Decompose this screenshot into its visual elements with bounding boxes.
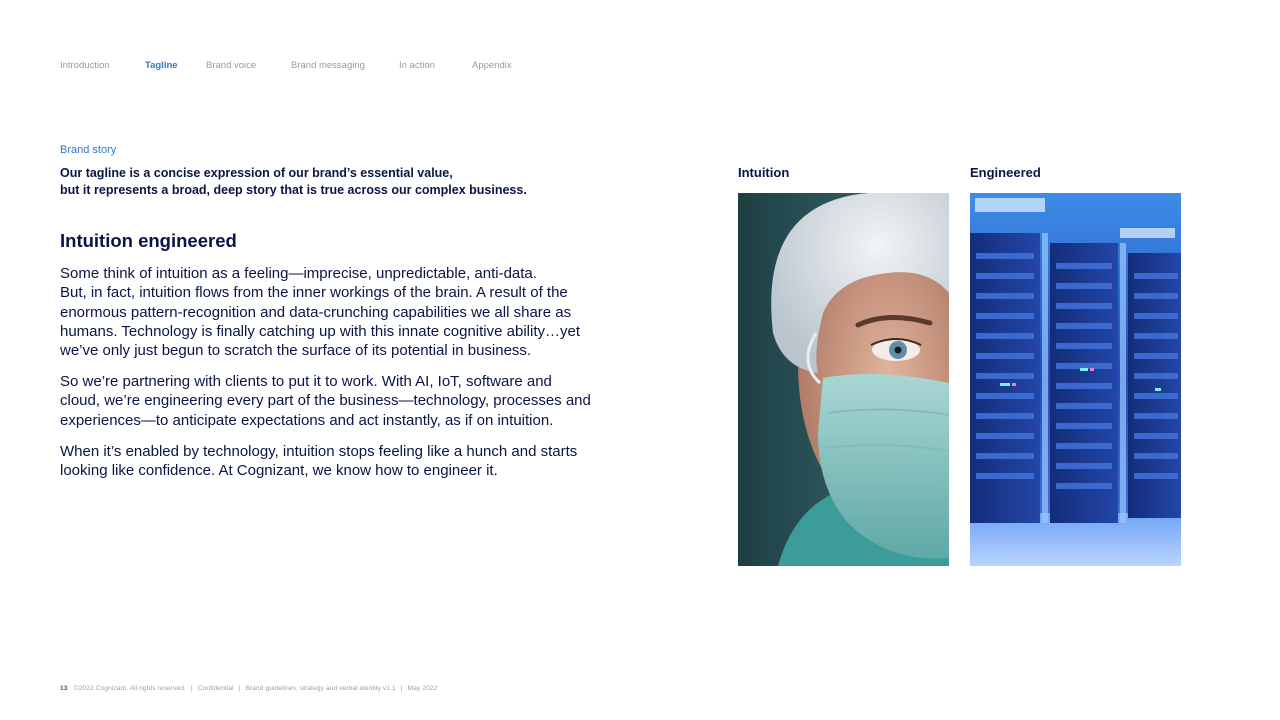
engineered-label: Engineered xyxy=(970,165,1041,180)
engineered-photo xyxy=(970,193,1181,566)
nav-item-appendix[interactable]: Appendix xyxy=(472,60,512,71)
nav-item-brand-messaging[interactable]: Brand messaging xyxy=(291,60,365,71)
paragraph-line: experiences—to anticipate expectations a… xyxy=(60,411,554,429)
paragraph-line: humans. Technology is finally catching u… xyxy=(60,322,581,340)
paragraph-line: Some think of intuition as a feeling—imp… xyxy=(60,265,537,282)
intuition-photo xyxy=(738,193,949,566)
paragraph-line: looking like confidence. At Cognizant, w… xyxy=(60,462,498,480)
page-heading: Intuition engineered xyxy=(60,230,237,251)
intro-line: Our tagline is a concise expression of o… xyxy=(60,166,453,180)
page-number: 13 xyxy=(60,685,68,692)
footer-confidential: Confidential xyxy=(197,685,234,692)
intro-statement: Our tagline is a concise expression of o… xyxy=(60,165,620,198)
body-paragraph-2: So we’re partnering with clients to put … xyxy=(60,372,660,430)
body-paragraph-3: When it’s enabled by technology, intuiti… xyxy=(60,442,660,481)
paragraph-line: So we’re partnering with clients to put … xyxy=(60,373,552,390)
paragraph-line: When it’s enabled by technology, intuiti… xyxy=(60,443,578,460)
intro-line: but it represents a broad, deep story th… xyxy=(60,182,527,197)
section-eyebrow: Brand story xyxy=(60,144,117,156)
body-paragraph-1: Some think of intuition as a feeling—imp… xyxy=(60,264,660,360)
footer-document-title: Brand guidelines: strategy and verbal id… xyxy=(245,685,396,692)
footer-separator: | xyxy=(190,685,193,692)
footer-copyright: ©2022 Cognizant. All rights reserved. xyxy=(73,685,186,692)
footer-separator: | xyxy=(400,685,403,692)
footer-date: May 2022 xyxy=(407,685,438,692)
page-footer: 13 ©2022 Cognizant. All rights reserved. |… xyxy=(60,685,437,692)
paragraph-line: we’ve only just begun to scratch the sur… xyxy=(60,342,532,360)
paragraph-line: cloud, we’re engineering every part of t… xyxy=(60,392,591,410)
nav-item-introduction[interactable]: Introduction xyxy=(60,60,110,71)
intuition-label: Intuition xyxy=(738,165,790,180)
nav-item-in-action[interactable]: In action xyxy=(399,60,435,71)
footer-separator: | xyxy=(238,685,241,692)
nav-item-brand-voice[interactable]: Brand voice xyxy=(206,60,256,71)
nav-item-tagline[interactable]: Tagline xyxy=(145,60,178,71)
paragraph-line: But, in fact, intuition flows from the i… xyxy=(60,284,568,302)
paragraph-line: enormous pattern-recognition and data-cr… xyxy=(60,303,572,321)
